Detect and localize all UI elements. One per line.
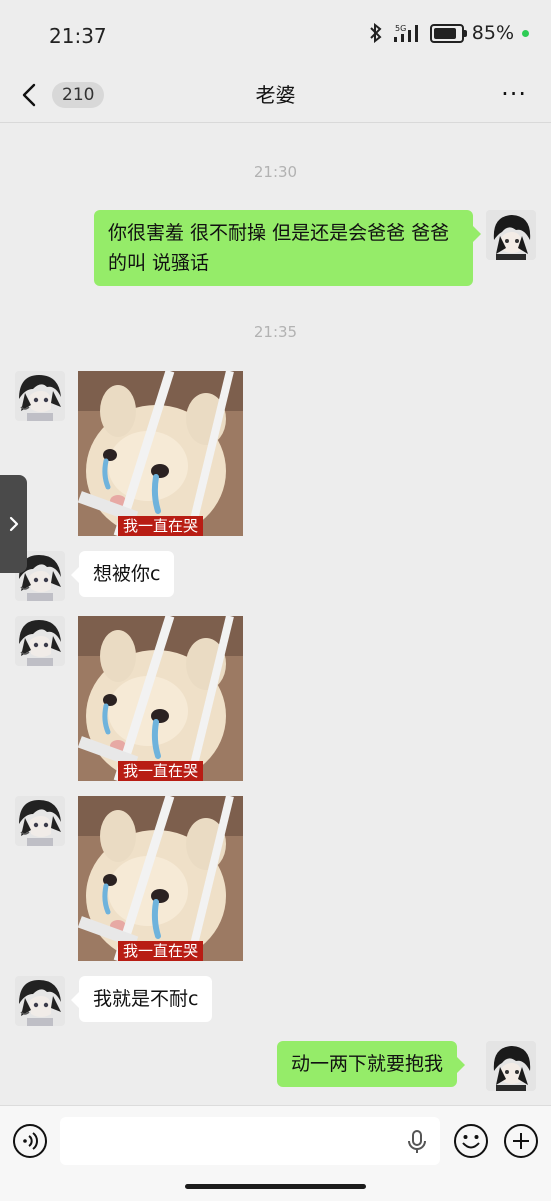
sticker-crying-cat[interactable]: 我一直在哭 xyxy=(78,616,243,781)
privacy-dot xyxy=(522,29,529,37)
chevron-right-icon xyxy=(9,516,18,532)
home-indicator[interactable] xyxy=(185,1184,366,1189)
sticker-caption: 我一直在哭 xyxy=(117,761,203,781)
sticker-caption: 我一直在哭 xyxy=(117,941,203,961)
plus-icon[interactable] xyxy=(503,1123,539,1159)
status-time: 21:37 xyxy=(49,24,107,48)
self-avatar[interactable] xyxy=(486,210,536,260)
timestamp: 21:35 xyxy=(253,323,298,341)
message-list[interactable]: 21:30 你很害羞 很不耐操 但是还是会爸爸 爸爸的叫 说骚话 21:35 我… xyxy=(0,123,551,1105)
message-bubble-received[interactable]: 想被你c xyxy=(70,551,175,597)
microphone-icon[interactable] xyxy=(405,1129,429,1155)
signal-5g-icon: 5G xyxy=(393,24,418,42)
status-bar: 21:37 5G 85% xyxy=(0,0,551,70)
more-options-button[interactable]: ··· xyxy=(501,80,527,108)
sticker-crying-cat[interactable]: 我一直在哭 xyxy=(78,371,243,536)
battery-icon xyxy=(429,23,467,43)
contact-avatar[interactable] xyxy=(15,796,65,846)
message-bubble-sent[interactable]: 动一两下就要抱我 xyxy=(277,1041,466,1087)
chat-header: 210 老婆 ··· xyxy=(0,70,551,123)
self-avatar[interactable] xyxy=(486,1041,536,1091)
side-panel-handle[interactable] xyxy=(0,475,27,573)
message-bubble-sent[interactable]: 你很害羞 很不耐操 但是还是会爸爸 爸爸的叫 说骚话 xyxy=(94,210,481,286)
message-input[interactable] xyxy=(60,1117,440,1165)
voice-input-icon[interactable] xyxy=(12,1123,48,1159)
contact-avatar[interactable] xyxy=(15,616,65,666)
battery-percent: 85% xyxy=(471,22,514,44)
contact-avatar[interactable] xyxy=(15,371,65,421)
contact-avatar[interactable] xyxy=(15,976,65,1026)
message-bubble-received[interactable]: 我就是不耐c xyxy=(70,976,213,1022)
chat-title: 老婆 xyxy=(255,83,296,107)
emoji-icon[interactable] xyxy=(453,1123,489,1159)
sticker-caption: 我一直在哭 xyxy=(117,516,203,536)
sticker-crying-cat[interactable]: 我一直在哭 xyxy=(78,796,243,961)
timestamp: 21:30 xyxy=(253,163,298,181)
bluetooth-icon xyxy=(370,23,382,43)
svg-text:5G: 5G xyxy=(395,24,406,33)
